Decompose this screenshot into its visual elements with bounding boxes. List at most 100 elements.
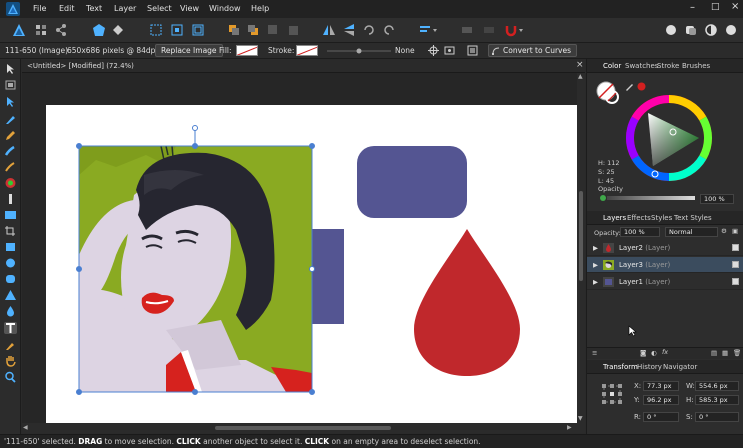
opacity-field[interactable]: 100 % — [700, 194, 734, 204]
snapping-magnet-icon[interactable] — [504, 23, 526, 37]
fill-swatch[interactable] — [236, 45, 258, 56]
convert-to-curves-button[interactable]: Convert to Curves — [488, 44, 577, 57]
horizontal-scrollbar[interactable]: ◀ ▶ — [22, 423, 585, 433]
select-all-icon[interactable] — [149, 23, 163, 37]
text-tool-icon[interactable] — [4, 322, 17, 334]
teardrop-tool-icon[interactable] — [4, 305, 17, 317]
invert-selection-icon[interactable] — [191, 23, 205, 37]
tab-swatches[interactable]: Swatches — [625, 62, 658, 70]
zoom-tool-icon[interactable] — [4, 371, 17, 383]
node-tool-icon[interactable] — [4, 96, 17, 108]
fill-tool-icon[interactable] — [4, 177, 17, 189]
layer-opacity-field[interactable]: 100 % — [620, 227, 660, 237]
pixel-persona-icon[interactable] — [34, 23, 48, 37]
triangle-tool-icon[interactable] — [4, 289, 17, 301]
tab-layers[interactable]: Layers — [603, 214, 626, 222]
edit-image-icon[interactable] — [467, 45, 478, 56]
menu-window[interactable]: Window — [209, 4, 241, 13]
scroll-down-icon[interactable]: ▼ — [578, 415, 583, 422]
scroll-right-icon[interactable]: ▶ — [567, 424, 572, 431]
export-persona-icon[interactable] — [54, 23, 68, 37]
horizontal-scroll-thumb[interactable] — [215, 426, 391, 430]
adjustment-icon[interactable]: ◐ — [651, 349, 657, 357]
expand-arrow-icon[interactable]: ▶ — [593, 261, 598, 269]
stroke-swatch[interactable] — [296, 45, 318, 56]
fx-button[interactable]: fx — [662, 348, 668, 356]
menu-view[interactable]: View — [180, 4, 199, 13]
add-layer-icon[interactable]: ▤ — [711, 349, 717, 357]
active-color-icon[interactable] — [637, 82, 646, 91]
artboard-page[interactable] — [46, 105, 577, 423]
move-forward-icon[interactable] — [227, 23, 241, 37]
tab-transform[interactable]: Transform — [603, 363, 638, 371]
color-wheel[interactable] — [623, 92, 715, 184]
menu-file[interactable]: File — [33, 4, 46, 13]
anchor-point-selector-icon[interactable] — [601, 383, 623, 405]
rectangle-tool-icon[interactable] — [4, 241, 17, 253]
opacity-slider[interactable] — [599, 194, 699, 202]
close-window-button[interactable]: × — [731, 1, 739, 12]
menu-edit[interactable]: Edit — [59, 4, 75, 13]
move-tool-icon[interactable] — [4, 63, 17, 75]
tab-effects[interactable]: Effects — [627, 214, 651, 222]
assistant-icon[interactable] — [92, 23, 106, 37]
crop-tool-icon[interactable] — [4, 225, 17, 237]
boolean-add-icon[interactable] — [460, 23, 474, 37]
purple-rectangle-shape[interactable] — [310, 229, 344, 324]
layer-row-layer1[interactable]: ▶ Layer1 (Layer) — [587, 274, 743, 290]
tab-color[interactable]: Color — [603, 62, 621, 70]
tab-navigator[interactable]: Navigator — [663, 363, 697, 371]
color-picker-tool-icon[interactable] — [4, 339, 17, 351]
view-mode-icon[interactable] — [704, 23, 718, 37]
hand-tool-icon[interactable] — [4, 355, 17, 367]
menu-text[interactable]: Text — [86, 4, 102, 13]
w-field[interactable]: 554.6 px — [695, 381, 739, 391]
portrait-image[interactable] — [79, 145, 312, 392]
artboard-tool-icon[interactable] — [4, 79, 17, 91]
tab-text-styles[interactable]: Text Styles — [674, 214, 712, 222]
pen-tool-icon[interactable] — [4, 113, 17, 125]
expand-arrow-icon[interactable]: ▶ — [593, 278, 598, 286]
boolean-subtract-icon[interactable] — [482, 23, 496, 37]
rotate-right-icon[interactable] — [382, 23, 396, 37]
help-icon[interactable] — [724, 23, 738, 37]
vertical-scroll-thumb[interactable] — [579, 191, 583, 281]
menu-help[interactable]: Help — [251, 4, 269, 13]
rounded-rectangle-tool-icon[interactable] — [4, 273, 17, 285]
place-image-tool-icon[interactable] — [4, 209, 17, 221]
expand-arrow-icon[interactable]: ▶ — [593, 244, 598, 252]
x-field[interactable]: 77.3 px — [643, 381, 679, 391]
document-title[interactable]: <Untitled> [Modified] (72.4%) — [27, 62, 134, 70]
select-none-icon[interactable] — [170, 23, 184, 37]
pencil-tool-icon[interactable] — [4, 129, 17, 141]
flip-horizontal-icon[interactable] — [322, 23, 336, 37]
menu-select[interactable]: Select — [147, 4, 172, 13]
layer-settings-icon[interactable]: ⚙ — [721, 227, 727, 235]
maximize-button[interactable]: □ — [711, 2, 720, 12]
tab-styles[interactable]: Styles — [651, 214, 672, 222]
share-icon[interactable] — [684, 23, 698, 37]
tab-brushes[interactable]: Brushes — [682, 62, 710, 70]
blend-mode-select[interactable]: Normal — [665, 227, 718, 237]
crop-icon[interactable] — [444, 45, 455, 56]
h-field[interactable]: 585.3 px — [695, 395, 739, 405]
vector-brush-tool-icon[interactable] — [4, 145, 17, 157]
snapping-icon[interactable] — [111, 23, 125, 37]
vertical-scrollbar[interactable]: ▲ ▼ — [577, 73, 585, 423]
layer-visibility-checkbox[interactable] — [732, 244, 739, 251]
delete-layer-icon[interactable]: 🗑 — [733, 349, 741, 357]
tab-stroke[interactable]: Stroke — [657, 62, 679, 70]
minimize-button[interactable]: – — [690, 2, 695, 13]
rotation-field[interactable]: 0 ° — [643, 412, 679, 422]
close-document-button[interactable]: × — [576, 60, 584, 70]
tab-history[interactable]: History — [637, 363, 662, 371]
layer-lock-icon[interactable]: ▣ — [732, 227, 738, 235]
layer-row-layer3[interactable]: ▶ Layer3 (Layer) — [587, 257, 743, 273]
paint-brush-tool-icon[interactable] — [4, 161, 17, 173]
layer-visibility-checkbox[interactable] — [732, 278, 739, 285]
transform-origin-icon[interactable] — [428, 45, 439, 56]
move-back-icon[interactable] — [246, 23, 260, 37]
layer-visibility-checkbox[interactable] — [732, 261, 739, 268]
transparency-tool-icon[interactable] — [4, 193, 17, 205]
teardrop-shape[interactable] — [414, 229, 520, 376]
